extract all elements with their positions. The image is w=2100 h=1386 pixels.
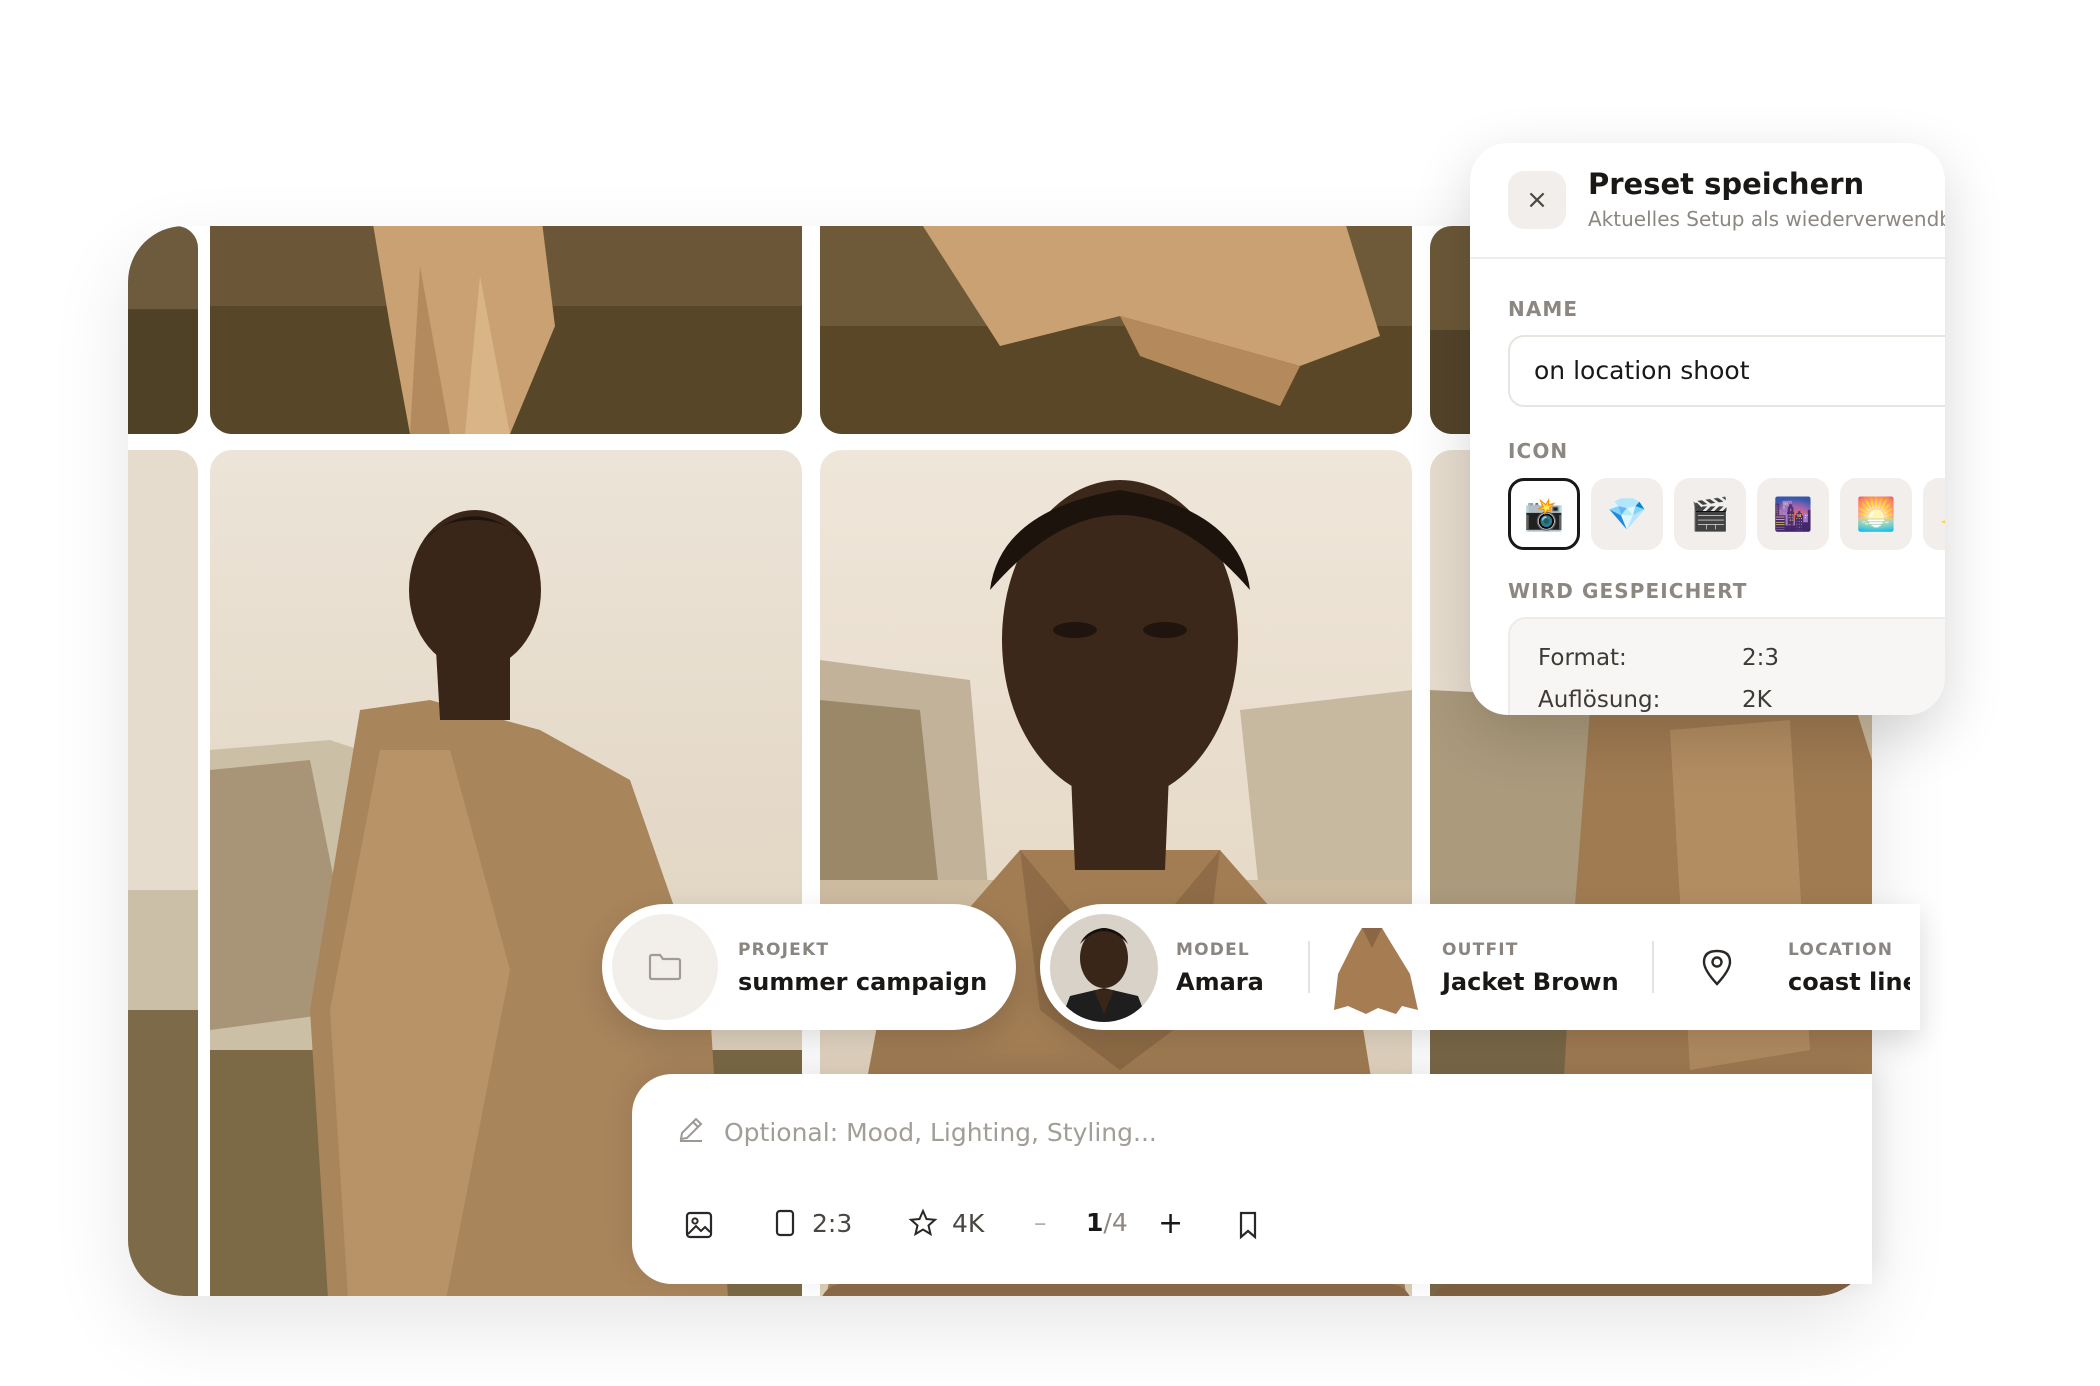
chip-divider — [1652, 941, 1654, 993]
saved-summary: Format: 2:3 Auflösung: 2K — [1508, 617, 1945, 715]
icon-option-clapper[interactable]: 🎬 — [1674, 478, 1746, 550]
model-label: MODEL — [1176, 940, 1250, 960]
increment-button[interactable]: + — [1158, 1206, 1183, 1241]
name-input[interactable]: on location shoot — [1508, 335, 1945, 407]
map-pin-icon — [1700, 948, 1734, 986]
pencil-icon — [676, 1114, 706, 1144]
model-value: Amara — [1176, 968, 1264, 996]
location-value: coast line — [1788, 968, 1910, 996]
icon-label: ICON — [1508, 439, 1569, 463]
format-button[interactable]: 2:3 — [774, 1208, 852, 1238]
star-icon — [908, 1208, 938, 1237]
location-label: LOCATION — [1788, 940, 1894, 960]
count-current: 1 — [1086, 1208, 1104, 1237]
outfit-label: OUTFIT — [1442, 940, 1519, 960]
panel-subtitle: Aktuelles Setup als wiederverwendbares P… — [1588, 207, 1945, 231]
panel-title: Preset speichern — [1588, 167, 1865, 201]
close-button[interactable]: × — [1508, 171, 1566, 229]
saved-label: WIRD GESPEICHERT — [1508, 579, 1748, 603]
close-icon: × — [1526, 185, 1548, 215]
project-label: PROJEKT — [738, 940, 830, 960]
icon-option-camera[interactable]: 📸 — [1508, 478, 1580, 550]
gallery-image[interactable] — [1430, 1284, 1872, 1296]
gallery-image[interactable] — [210, 226, 802, 434]
chip-divider — [1308, 941, 1310, 993]
gallery-image[interactable] — [820, 226, 1412, 434]
icon-option-city-sunset[interactable]: 🌆 — [1757, 478, 1829, 550]
gallery-image[interactable] — [128, 226, 198, 434]
saved-key: Auflösung: — [1538, 687, 1661, 713]
image-icon[interactable] — [684, 1210, 714, 1240]
gallery-image[interactable] — [820, 1284, 1412, 1296]
gallery-image[interactable] — [128, 450, 198, 1296]
icon-option-sparkles[interactable]: ✨ — [1923, 478, 1945, 550]
panel-divider — [1470, 257, 1945, 259]
image-count: 1 /4 — [1086, 1208, 1128, 1237]
format-value: 2:3 — [812, 1208, 853, 1238]
resolution-value: 4K — [952, 1208, 985, 1238]
resolution-button[interactable]: 4K — [908, 1208, 984, 1238]
saved-key: Format: — [1538, 645, 1627, 671]
saved-value: 2K — [1742, 687, 1772, 713]
outfit-value: Jacket Brown — [1442, 968, 1619, 996]
context-chip: MODEL Amara OUTFIT Jacket Brown LOCATION… — [1040, 904, 1920, 1030]
saved-value: 2:3 — [1742, 645, 1780, 671]
prompt-input[interactable]: Optional: Mood, Lighting, Styling... — [724, 1118, 1157, 1147]
folder-icon — [612, 914, 718, 1020]
name-label: NAME — [1508, 297, 1579, 321]
outfit-thumbnail[interactable] — [1318, 914, 1426, 1022]
prompt-card: Optional: Mood, Lighting, Styling... 2:3… — [632, 1074, 1872, 1284]
decrement-button[interactable]: – — [1034, 1208, 1047, 1237]
count-total: /4 — [1103, 1208, 1128, 1237]
bookmark-icon[interactable] — [1236, 1210, 1260, 1240]
icon-option-sunrise[interactable]: 🌅 — [1840, 478, 1912, 550]
project-value: summer campaign — [738, 968, 988, 996]
portrait-format-icon — [775, 1209, 795, 1237]
project-chip[interactable]: PROJEKT summer campaign — [602, 904, 1016, 1030]
preset-panel: × Preset speichern Aktuelles Setup als w… — [1470, 143, 1945, 715]
icon-option-gem[interactable]: 💎 — [1591, 478, 1663, 550]
model-avatar[interactable] — [1050, 914, 1158, 1022]
